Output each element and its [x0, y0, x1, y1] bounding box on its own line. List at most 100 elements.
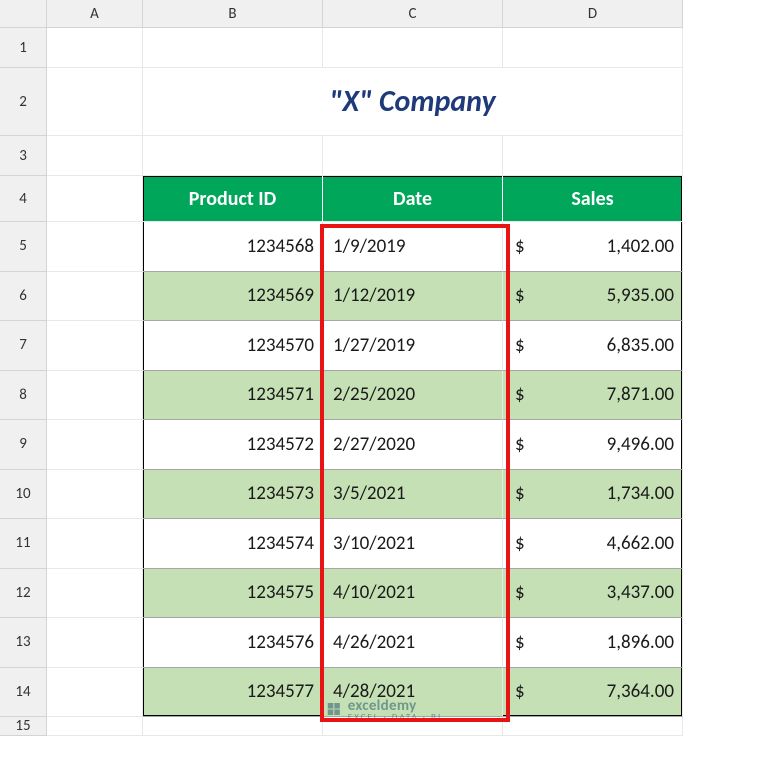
cell-product-id[interactable]: 1234569: [143, 272, 323, 322]
cell-sales[interactable]: $1,402.00: [503, 222, 683, 272]
header-product-id[interactable]: Product ID: [143, 176, 323, 222]
cell-a15[interactable]: [47, 717, 143, 736]
sales-amount: 1,896.00: [607, 631, 674, 654]
cell-sales[interactable]: $9,496.00: [503, 420, 683, 470]
sales-amount: 1,734.00: [607, 482, 674, 505]
cell-sales[interactable]: $1,896.00: [503, 618, 683, 668]
sales-amount: 9,496.00: [607, 433, 674, 456]
row-head-13[interactable]: 13: [0, 618, 47, 668]
cell-a10[interactable]: [47, 470, 143, 520]
cell-sales[interactable]: $4,662.00: [503, 519, 683, 569]
cell-a13[interactable]: [47, 618, 143, 668]
cell-product-id[interactable]: 1234572: [143, 420, 323, 470]
cell-product-id[interactable]: 1234573: [143, 470, 323, 520]
currency-symbol: $: [511, 532, 525, 555]
header-date[interactable]: Date: [323, 176, 503, 222]
cell-a5[interactable]: [47, 222, 143, 272]
cell-sales[interactable]: $6,835.00: [503, 321, 683, 371]
cell-product-id[interactable]: 1234576: [143, 618, 323, 668]
cell-b1[interactable]: [143, 28, 323, 68]
cell-a12[interactable]: [47, 569, 143, 619]
sales-amount: 3,437.00: [607, 581, 674, 604]
cell-sales[interactable]: $7,364.00: [503, 668, 683, 718]
currency-symbol: $: [511, 334, 525, 357]
col-head-b[interactable]: B: [143, 0, 323, 28]
col-head-c[interactable]: C: [323, 0, 503, 28]
row-head-4[interactable]: 4: [0, 176, 47, 222]
cell-date[interactable]: 3/5/2021: [323, 470, 503, 520]
currency-symbol: $: [511, 284, 525, 307]
currency-symbol: $: [511, 235, 525, 258]
col-head-a[interactable]: A: [47, 0, 143, 28]
currency-symbol: $: [511, 680, 525, 703]
sales-amount: 4,662.00: [607, 532, 674, 555]
row-head-3[interactable]: 3: [0, 136, 47, 176]
cell-c3[interactable]: [323, 136, 503, 176]
cell-product-id[interactable]: 1234577: [143, 668, 323, 718]
row-head-9[interactable]: 9: [0, 420, 47, 470]
watermark: exceldemy EXCEL · DATA · BI: [326, 699, 442, 722]
cell-product-id[interactable]: 1234571: [143, 371, 323, 421]
row-head-6[interactable]: 6: [0, 272, 47, 322]
cell-date[interactable]: 2/27/2020: [323, 420, 503, 470]
cell-date[interactable]: 3/10/2021: [323, 519, 503, 569]
cell-a6[interactable]: [47, 272, 143, 322]
currency-symbol: $: [511, 482, 525, 505]
cell-product-id[interactable]: 1234574: [143, 519, 323, 569]
cell-d15[interactable]: [503, 717, 683, 736]
currency-symbol: $: [511, 581, 525, 604]
spreadsheet-icon: [326, 701, 342, 721]
row-head-2[interactable]: 2: [0, 68, 47, 136]
cell-date[interactable]: 4/26/2021: [323, 618, 503, 668]
cell-a4[interactable]: [47, 176, 143, 222]
row-head-7[interactable]: 7: [0, 321, 47, 371]
cell-date[interactable]: 2/25/2020: [323, 371, 503, 421]
cell-product-id[interactable]: 1234575: [143, 569, 323, 619]
cell-a14[interactable]: [47, 668, 143, 718]
cell-a1[interactable]: [47, 28, 143, 68]
row-head-10[interactable]: 10: [0, 470, 47, 520]
cell-a2[interactable]: [47, 68, 143, 136]
row-head-14[interactable]: 14: [0, 668, 47, 718]
sales-amount: 7,871.00: [607, 383, 674, 406]
cell-d1[interactable]: [503, 28, 683, 68]
cell-sales[interactable]: $3,437.00: [503, 569, 683, 619]
cell-product-id[interactable]: 1234570: [143, 321, 323, 371]
cell-date[interactable]: 1/9/2019: [323, 222, 503, 272]
cell-b15[interactable]: [143, 717, 323, 736]
cell-sales[interactable]: $1,734.00: [503, 470, 683, 520]
spreadsheet-grid: A B C D 1 2 "X" Company 3 4 Product ID D…: [0, 0, 768, 736]
cell-a7[interactable]: [47, 321, 143, 371]
cell-b3[interactable]: [143, 136, 323, 176]
cell-date[interactable]: 1/12/2019: [323, 272, 503, 322]
row-head-12[interactable]: 12: [0, 569, 47, 619]
cell-d3[interactable]: [503, 136, 683, 176]
cell-sales[interactable]: $7,871.00: [503, 371, 683, 421]
row-head-8[interactable]: 8: [0, 371, 47, 421]
cell-c1[interactable]: [323, 28, 503, 68]
cell-a11[interactable]: [47, 519, 143, 569]
row-head-15[interactable]: 15: [0, 717, 47, 736]
cell-date[interactable]: 4/10/2021: [323, 569, 503, 619]
currency-symbol: $: [511, 433, 525, 456]
sales-amount: 1,402.00: [607, 235, 674, 258]
currency-symbol: $: [511, 383, 525, 406]
col-head-d[interactable]: D: [503, 0, 683, 28]
row-head-11[interactable]: 11: [0, 519, 47, 569]
sales-amount: 7,364.00: [607, 680, 674, 703]
cell-a9[interactable]: [47, 420, 143, 470]
header-sales[interactable]: Sales: [503, 176, 683, 222]
select-all-corner[interactable]: [0, 0, 47, 28]
watermark-tag: EXCEL · DATA · BI: [348, 713, 442, 722]
sales-amount: 6,835.00: [607, 334, 674, 357]
currency-symbol: $: [511, 631, 525, 654]
page-title: "X" Company: [143, 68, 683, 136]
cell-a3[interactable]: [47, 136, 143, 176]
row-head-5[interactable]: 5: [0, 222, 47, 272]
sales-amount: 5,935.00: [607, 284, 674, 307]
row-head-1[interactable]: 1: [0, 28, 47, 68]
cell-product-id[interactable]: 1234568: [143, 222, 323, 272]
cell-a8[interactable]: [47, 371, 143, 421]
cell-date[interactable]: 1/27/2019: [323, 321, 503, 371]
cell-sales[interactable]: $5,935.00: [503, 272, 683, 322]
